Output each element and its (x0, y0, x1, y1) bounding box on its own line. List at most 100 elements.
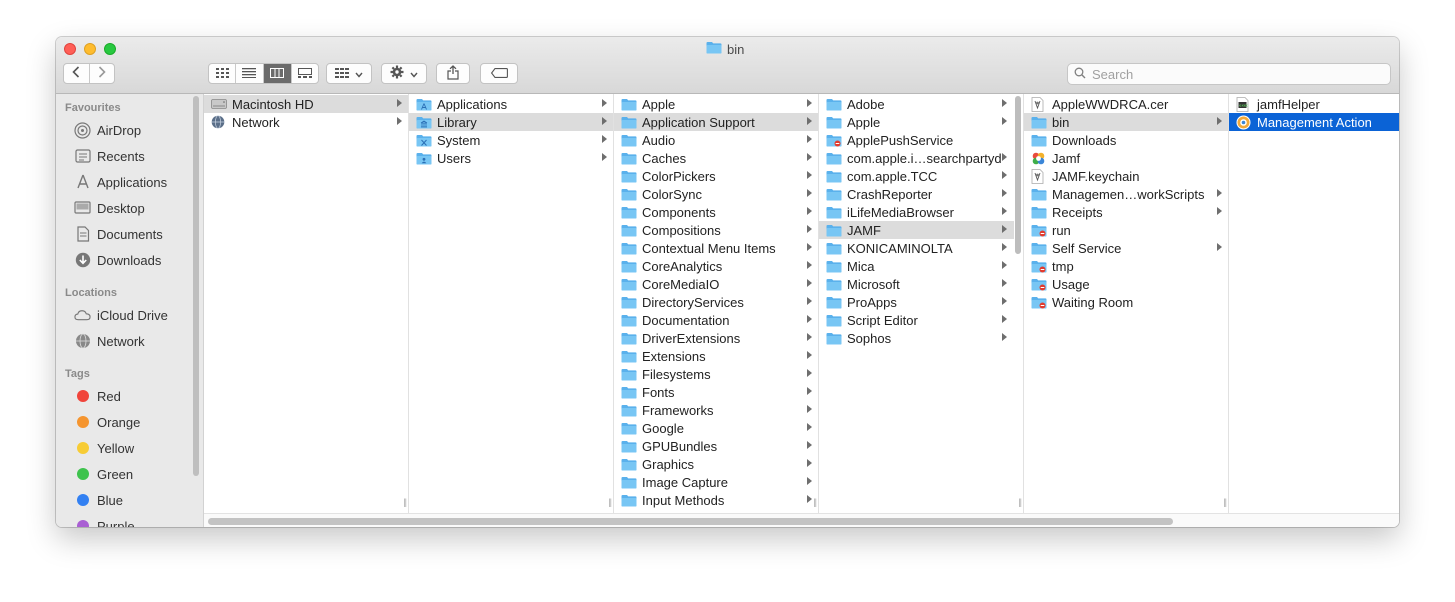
file-row[interactable]: iLifeMediaBrowser (819, 203, 1014, 221)
file-row[interactable]: Contextual Menu Items (614, 239, 818, 257)
file-row[interactable]: ColorSync (614, 185, 818, 203)
column-resize-handle[interactable]: || (1223, 497, 1227, 507)
sidebar-item-airdrop[interactable]: AirDrop (74, 119, 141, 141)
file-row[interactable]: bin (1024, 113, 1228, 131)
sidebar-scrollbar[interactable] (193, 96, 199, 476)
sidebar-item-applications[interactable]: Applications (74, 171, 167, 193)
folder-icon (826, 295, 842, 309)
file-row[interactable]: Apple (614, 95, 818, 113)
file-row[interactable]: AppleWWDRCA.cer (1024, 95, 1228, 113)
file-row[interactable]: Image Capture (614, 473, 818, 491)
column-resize-handle[interactable]: || (608, 497, 612, 507)
column-resize-handle[interactable]: || (1018, 497, 1022, 507)
file-row[interactable]: Jamf (1024, 149, 1228, 167)
file-row[interactable]: Sophos (819, 329, 1014, 347)
file-row[interactable]: Users (409, 149, 613, 167)
file-row[interactable]: Usage (1024, 275, 1228, 293)
file-row[interactable]: Self Service (1024, 239, 1228, 257)
minimize-window-button[interactable] (84, 43, 96, 55)
file-row[interactable]: run (1024, 221, 1228, 239)
action-menu-button[interactable] (381, 63, 427, 84)
sidebar-tag-red[interactable]: Red (74, 385, 121, 407)
file-row[interactable]: CoreAnalytics (614, 257, 818, 275)
sidebar-item-label: iCloud Drive (97, 307, 168, 323)
sidebar-item-desktop[interactable]: Desktop (74, 197, 145, 219)
forward-button[interactable] (90, 64, 115, 83)
sidebar-item-label: Downloads (97, 252, 162, 268)
file-row[interactable]: Mica (819, 257, 1014, 275)
gallery-view-button[interactable] (292, 64, 318, 83)
file-row[interactable]: CoreMediaIO (614, 275, 818, 293)
edit-tags-button[interactable] (480, 63, 518, 84)
file-row[interactable]: exec jamfHelper (1229, 95, 1399, 113)
file-row[interactable]: Filesystems (614, 365, 818, 383)
sidebar-tag-green[interactable]: Green (74, 463, 133, 485)
file-row[interactable]: JAMF.keychain (1024, 167, 1228, 185)
list-view-button[interactable] (236, 64, 264, 83)
file-row[interactable]: Downloads (1024, 131, 1228, 149)
file-row[interactable]: Macintosh HD (204, 95, 408, 113)
file-row[interactable]: DirectoryServices (614, 293, 818, 311)
file-row[interactable]: Application Support (614, 113, 818, 131)
group-by-button[interactable] (326, 63, 372, 84)
column-view-button[interactable] (263, 64, 292, 83)
sidebar-item-icloud-drive[interactable]: iCloud Drive (74, 304, 168, 326)
file-row[interactable]: Input Methods (614, 491, 818, 509)
sidebar-item-network[interactable]: Network (74, 330, 145, 352)
file-row[interactable]: Components (614, 203, 818, 221)
file-row[interactable]: Documentation (614, 311, 818, 329)
file-row[interactable]: DriverExtensions (614, 329, 818, 347)
file-row[interactable]: Compositions (614, 221, 818, 239)
gear-icon (390, 65, 404, 82)
share-button[interactable] (436, 63, 470, 84)
file-row[interactable]: Fonts (614, 383, 818, 401)
file-row[interactable]: Caches (614, 149, 818, 167)
disclosure-arrow-icon (1002, 99, 1007, 107)
sidebar-tag-yellow[interactable]: Yellow (74, 437, 134, 459)
file-row[interactable]: com.apple.i…searchpartyd (819, 149, 1014, 167)
search-field[interactable] (1067, 63, 1391, 85)
file-row[interactable]: Library (409, 113, 613, 131)
file-row[interactable]: Script Editor (819, 311, 1014, 329)
file-row[interactable]: Extensions (614, 347, 818, 365)
horizontal-scroll-thumb[interactable] (208, 518, 1173, 525)
file-row[interactable]: Applications (409, 95, 613, 113)
file-row[interactable]: Graphics (614, 455, 818, 473)
close-window-button[interactable] (64, 43, 76, 55)
file-row[interactable]: Managemen…workScripts (1024, 185, 1228, 203)
file-row[interactable]: KONICAMINOLTA (819, 239, 1014, 257)
sidebar-item-documents[interactable]: Documents (74, 223, 163, 245)
zoom-window-button[interactable] (104, 43, 116, 55)
file-row[interactable]: CrashReporter (819, 185, 1014, 203)
file-row[interactable]: Microsoft (819, 275, 1014, 293)
file-row[interactable]: ColorPickers (614, 167, 818, 185)
sidebar-item-label: Green (97, 466, 134, 482)
sidebar-item-recents[interactable]: Recents (74, 145, 145, 167)
column-scrollbar[interactable] (1015, 96, 1021, 254)
file-row[interactable]: Audio (614, 131, 818, 149)
file-row[interactable]: Frameworks (614, 401, 818, 419)
file-row[interactable]: Waiting Room (1024, 293, 1228, 311)
icon-view-button[interactable] (209, 64, 237, 83)
search-input[interactable] (1092, 66, 1372, 82)
file-row[interactable]: Google (614, 419, 818, 437)
file-row[interactable]: Management Action (1229, 113, 1399, 131)
file-row[interactable]: com.apple.TCC (819, 167, 1014, 185)
back-button[interactable] (64, 64, 90, 83)
file-row[interactable]: JAMF (819, 221, 1014, 239)
file-row[interactable]: tmp (1024, 257, 1228, 275)
sidebar-tag-blue[interactable]: Blue (74, 489, 123, 511)
file-row[interactable]: Apple (819, 113, 1014, 131)
file-row[interactable]: Network (204, 113, 408, 131)
file-row[interactable]: ApplePushService (819, 131, 1014, 149)
sidebar-tag-orange[interactable]: Orange (74, 411, 140, 433)
sidebar-tag-purple[interactable]: Purple (74, 515, 135, 527)
sidebar-item-downloads[interactable]: Downloads (74, 249, 161, 271)
file-row[interactable]: ProApps (819, 293, 1014, 311)
file-row[interactable]: Adobe (819, 95, 1014, 113)
file-row[interactable]: GPUBundles (614, 437, 818, 455)
file-row[interactable]: System (409, 131, 613, 149)
folder-icon (826, 169, 842, 183)
file-row[interactable]: Receipts (1024, 203, 1228, 221)
column-resize-handle[interactable]: || (403, 497, 407, 507)
